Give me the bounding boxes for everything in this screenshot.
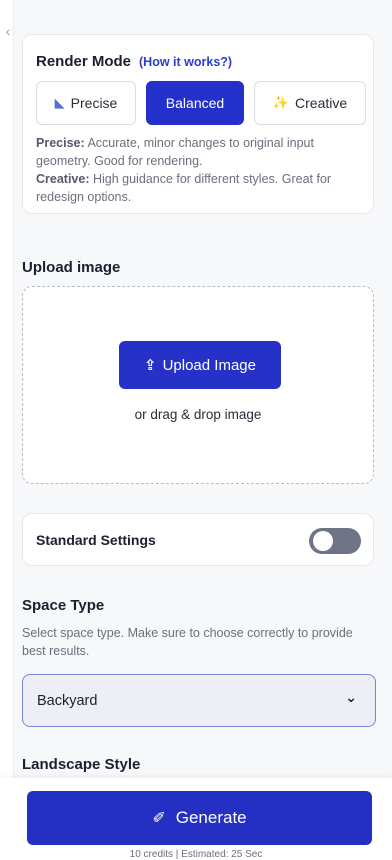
upload-image-button[interactable]: ⇪ Upload Image [119,341,281,389]
ruler-icon: ◣ [54,95,65,110]
render-mode-options: ◣ Precise Balanced ✨ Creative [36,81,366,125]
magic-wand-icon: ✐ [152,810,166,827]
chevron-down-icon: ⌄ [345,689,357,705]
upload-image-title: Upload image [22,259,121,276]
how-it-works-link[interactable]: (How it works?) [139,55,232,69]
render-mode-title: Render Mode [36,53,132,70]
standard-settings-toggle[interactable] [309,528,361,554]
collapse-chevron-icon[interactable]: ‹ [2,22,14,40]
generate-bar: ✐ Generate 10 credits | Estimated: 25 Se… [0,778,392,860]
render-mode-card: Render Mode (How it works?) ◣ Precise Ba… [22,34,374,214]
mode-precise-button[interactable]: ◣ Precise [36,81,136,125]
upload-dropzone[interactable]: ⇪ Upload Image or drag & drop image [22,286,374,484]
mode-creative-label: Creative [295,95,348,111]
mode-balanced-label: Balanced [165,95,225,111]
creative-description: Creative: High guidance for different st… [36,172,332,204]
sparkle-icon: ✨ [272,95,290,110]
space-type-title: Space Type [22,597,105,614]
credits-estimate: 10 credits | Estimated: 25 Sec [129,849,263,860]
upload-icon: ⇪ [144,357,157,374]
left-rail: ‹ [0,0,14,860]
generate-button[interactable]: ✐ Generate [27,791,372,845]
drag-drop-text: or drag & drop image [134,407,262,422]
toggle-knob [313,531,333,551]
render-mode-description: Precise: Accurate, minor changes to orig… [36,134,362,206]
render-mode-header: Render Mode (How it works?) [36,53,232,70]
space-type-select[interactable]: Backyard ⌄ [22,674,376,727]
landscape-style-title: Landscape Style [22,756,141,773]
standard-settings-label: Standard Settings [36,532,156,548]
precise-description: Precise: Accurate, minor changes to orig… [36,136,314,168]
right-rail [380,0,392,860]
standard-settings-card: Standard Settings [22,513,374,566]
space-type-description: Select space type. Make sure to choose c… [22,626,353,658]
upload-image-label: Upload Image [162,356,256,374]
mode-balanced-button[interactable]: Balanced [146,81,244,125]
space-type-value: Backyard [37,693,98,709]
generate-label: Generate [175,808,247,827]
mode-creative-button[interactable]: ✨ Creative [254,81,366,125]
mode-precise-label: Precise [70,95,118,111]
